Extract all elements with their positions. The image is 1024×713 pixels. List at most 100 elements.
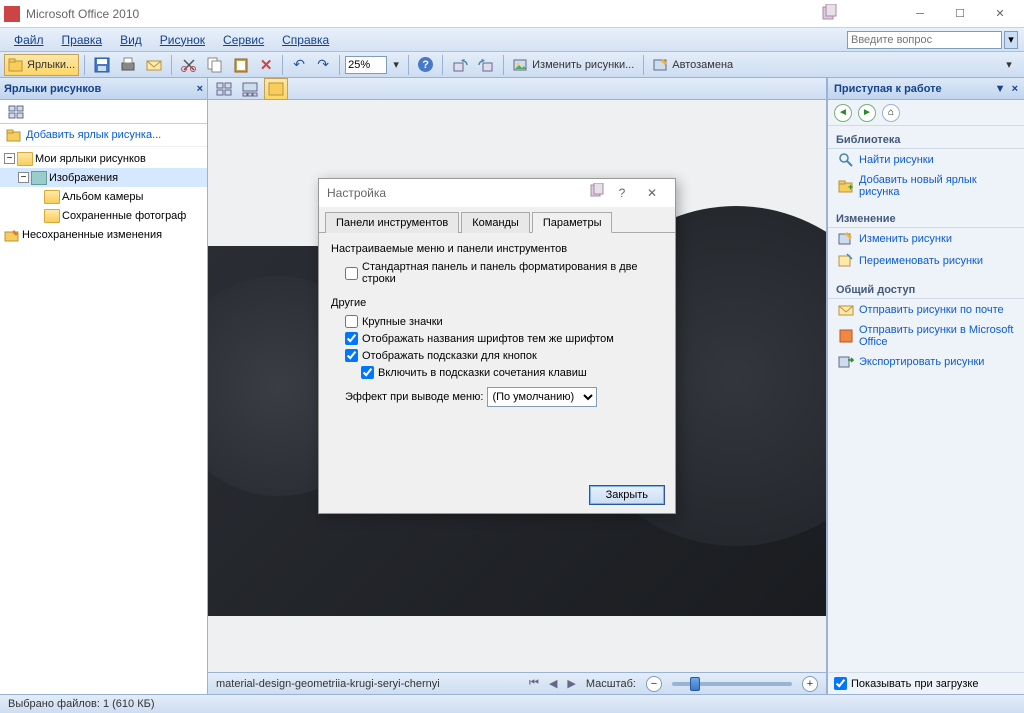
dialog-tabs: Панели инструментов Команды Параметры: [319, 207, 675, 233]
check-large-icons-row[interactable]: Крупные значки: [331, 313, 663, 330]
task-pane-footer: Показывать при загрузке: [828, 672, 1024, 694]
rotate-left-button[interactable]: [448, 54, 472, 76]
task-pane-title: Приступая к работе: [834, 83, 942, 95]
link-add-shortcut[interactable]: + Добавить новый ярлык рисунка: [828, 171, 1024, 201]
link-edit-pictures[interactable]: Изменить рисунки: [828, 228, 1024, 250]
zoom-dropdown[interactable]: ▾: [389, 54, 403, 76]
menu-help[interactable]: Справка: [274, 31, 337, 49]
copy-button[interactable]: [203, 54, 227, 76]
help-button[interactable]: ?: [414, 54, 437, 76]
menubar: Файл Правка Вид Рисунок Сервис Справка ▾: [0, 28, 1024, 52]
dialog-footer: Закрыть: [319, 477, 675, 513]
rotate-right-button[interactable]: [474, 54, 498, 76]
tree-toggle[interactable]: −: [18, 172, 29, 183]
check-standard-row[interactable]: Стандартная панель и панель форматирован…: [331, 259, 663, 287]
tree-camera-album[interactable]: Альбом камеры: [0, 187, 207, 206]
check-font-names-row[interactable]: Отображать названия шрифтов тем же шрифт…: [331, 330, 663, 347]
check-standard[interactable]: [345, 267, 358, 280]
link-rename-pictures[interactable]: Переименовать рисунки: [828, 250, 1024, 272]
edit-pictures-button[interactable]: Изменить рисунки...: [509, 54, 638, 76]
maximize-button[interactable]: ☐: [940, 3, 980, 25]
autocorrect-button[interactable]: Автозамена: [649, 54, 737, 76]
check-tooltips[interactable]: [345, 349, 358, 362]
copy-icon: [207, 57, 223, 73]
link-find-pictures[interactable]: Найти рисунки: [828, 149, 1024, 171]
dialog-titlebar[interactable]: Настройка ? ✕: [319, 179, 675, 207]
autocorrect-icon: [653, 57, 669, 73]
close-button[interactable]: ✕: [980, 3, 1020, 25]
check-font-names[interactable]: [345, 332, 358, 345]
help-search-dropdown[interactable]: ▾: [1004, 31, 1018, 49]
add-shortcut-label: Добавить ярлык рисунка...: [26, 129, 161, 141]
filename-label: material-design-geometriia-krugi-seryi-c…: [216, 678, 519, 690]
zoom-out-button[interactable]: −: [646, 676, 662, 692]
cut-button[interactable]: [177, 54, 201, 76]
zoom-slider[interactable]: [672, 682, 792, 686]
tree-images[interactable]: − Изображения: [0, 168, 207, 187]
dialog-close-action-button[interactable]: Закрыть: [589, 485, 665, 505]
menu-view[interactable]: Вид: [112, 31, 150, 49]
section-library-title: Библиотека: [828, 130, 1024, 149]
thumbnail-view-button[interactable]: [212, 78, 236, 100]
tab-options[interactable]: Параметры: [532, 212, 613, 233]
help-search: [847, 31, 1002, 49]
task-pane-dropdown[interactable]: ▼: [995, 83, 1006, 95]
redo-button[interactable]: ↷: [312, 54, 334, 76]
menu-picture[interactable]: Рисунок: [152, 31, 213, 49]
shortcuts-pane-title: Ярлыки рисунков: [4, 83, 101, 95]
save-button[interactable]: [90, 54, 114, 76]
check-tooltips-row[interactable]: Отображать подсказки для кнопок: [331, 347, 663, 364]
single-view-button[interactable]: [264, 78, 288, 100]
filmstrip-view-button[interactable]: [238, 78, 262, 100]
tree-my-shortcuts[interactable]: − Мои ярлыки рисунков: [0, 149, 207, 168]
help-search-input[interactable]: [847, 31, 1002, 49]
link-export[interactable]: Экспортировать рисунки: [828, 351, 1024, 373]
menu-effect-select[interactable]: (По умолчанию): [487, 387, 597, 407]
tree-unsaved[interactable]: Несохраненные изменения: [0, 225, 207, 244]
tab-commands[interactable]: Команды: [461, 212, 530, 233]
thumbnails-view-button[interactable]: [4, 101, 28, 123]
dialog-help-button[interactable]: ?: [607, 183, 637, 203]
link-send-office[interactable]: Отправить рисунки в Microsoft Office: [828, 321, 1024, 351]
paste-button[interactable]: [229, 54, 253, 76]
add-folder-icon: +: [838, 178, 854, 194]
check-large-icons[interactable]: [345, 315, 358, 328]
email-button[interactable]: [142, 54, 166, 76]
folder-icon: [44, 209, 60, 223]
menu-file[interactable]: Файл: [6, 31, 52, 49]
add-shortcut-link[interactable]: Добавить ярлык рисунка...: [0, 124, 207, 147]
nav-first-button[interactable]: ⏮: [529, 677, 539, 690]
task-pane-close[interactable]: ×: [1012, 83, 1018, 95]
dialog-title: Настройка: [327, 186, 589, 200]
printer-icon: [120, 57, 136, 73]
delete-button[interactable]: ✕: [255, 54, 277, 76]
menu-tools[interactable]: Сервис: [215, 31, 272, 49]
minimize-button[interactable]: ─: [900, 3, 940, 25]
statusbar-selected: Выбрано файлов: 1 (610 КБ): [8, 698, 155, 710]
toolbar-overflow[interactable]: ▾: [998, 54, 1020, 76]
undo-button[interactable]: ↶: [288, 54, 310, 76]
tree-saved-photos[interactable]: Сохраненные фотограф: [0, 206, 207, 225]
zoom-slider-thumb[interactable]: [690, 677, 700, 691]
nav-forward-button[interactable]: ►: [858, 104, 876, 122]
zoom-in-button[interactable]: +: [802, 676, 818, 692]
tab-toolbars[interactable]: Панели инструментов: [325, 212, 459, 233]
shortcuts-pane-close[interactable]: ×: [197, 83, 203, 95]
check-shortcuts-row[interactable]: Включить в подсказки сочетания клавиш: [331, 364, 663, 381]
zoom-input[interactable]: [345, 56, 387, 74]
check-shortcuts[interactable]: [361, 366, 374, 379]
print-button[interactable]: [116, 54, 140, 76]
tree-toggle[interactable]: −: [4, 153, 15, 164]
show-on-load-checkbox[interactable]: [834, 677, 847, 690]
dialog-close-button[interactable]: ✕: [637, 183, 667, 203]
nav-prev-button[interactable]: ◀: [549, 677, 557, 690]
shortcuts-button[interactable]: Ярлыки...: [4, 54, 79, 76]
link-send-email[interactable]: Отправить рисунки по почте: [828, 299, 1024, 321]
nav-back-button[interactable]: ◄: [834, 104, 852, 122]
nav-home-button[interactable]: ⌂: [882, 104, 900, 122]
menu-edit[interactable]: Правка: [54, 31, 111, 49]
group-other-title: Другие: [331, 297, 663, 309]
nav-next-button[interactable]: ▶: [567, 677, 575, 690]
rotate-left-icon: [452, 57, 468, 73]
zoom-label: Масштаб:: [586, 678, 636, 690]
